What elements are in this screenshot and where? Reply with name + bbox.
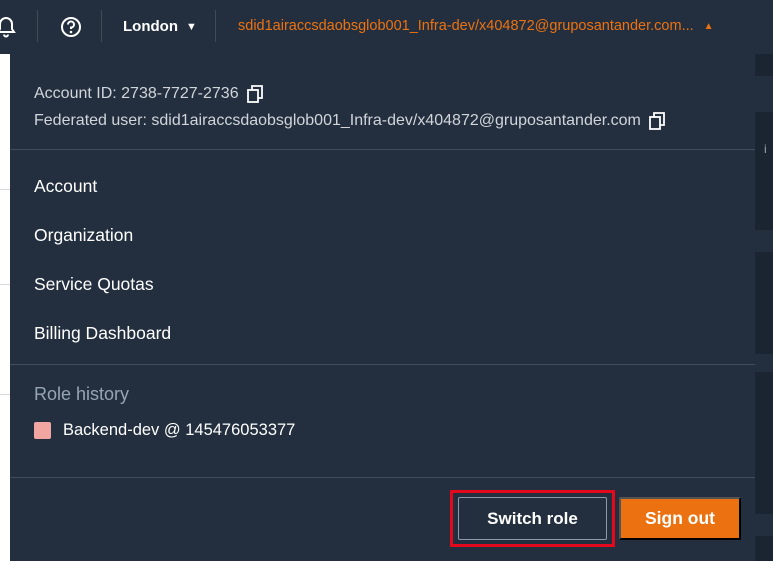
- background-divider: [0, 394, 10, 395]
- help-icon[interactable]: [60, 16, 82, 38]
- background-page-left: [0, 54, 10, 561]
- background-cell: [755, 76, 773, 112]
- divider: [10, 477, 755, 478]
- account-menu-list: Account Organization Service Quotas Bill…: [34, 172, 171, 368]
- caret-down-icon: ▼: [185, 20, 197, 33]
- background-cell: [755, 354, 773, 372]
- role-history-item[interactable]: Backend-dev @ 145476053377: [34, 421, 295, 440]
- copy-icon[interactable]: [246, 84, 263, 103]
- menu-item-billing-dashboard[interactable]: Billing Dashboard: [34, 319, 171, 368]
- role-color-swatch: [34, 422, 51, 439]
- background-text: i: [764, 142, 767, 156]
- background-divider: [0, 189, 10, 190]
- divider: [10, 364, 755, 365]
- sign-out-button[interactable]: Sign out: [619, 497, 741, 540]
- background-page-right: i: [755, 54, 773, 561]
- copy-icon[interactable]: [648, 111, 665, 130]
- top-navigation-bar: London ▼ sdid1airaccsdaobsglob001_Infra-…: [0, 0, 773, 54]
- nav-separator: [215, 10, 216, 42]
- role-history-label: Backend-dev @ 145476053377: [63, 421, 296, 439]
- region-selector[interactable]: London ▼: [123, 18, 197, 35]
- federated-user: Federated user: sdid1airaccsdaobsglob001…: [34, 112, 641, 129]
- menu-item-service-quotas[interactable]: Service Quotas: [34, 270, 171, 319]
- menu-item-organization[interactable]: Organization: [34, 221, 171, 270]
- account-id: Account ID: 2738-7727-2736: [34, 85, 239, 102]
- background-cell: [755, 230, 773, 252]
- account-menu-toggle[interactable]: sdid1airaccsdaobsglob001_Infra-dev/x4048…: [238, 18, 714, 34]
- account-dropdown: Account ID: 2738-7727-2736 Federated use…: [10, 54, 755, 561]
- account-info: Account ID: 2738-7727-2736 Federated use…: [34, 80, 665, 134]
- background-divider: [0, 284, 10, 285]
- divider: [10, 149, 755, 150]
- nav-separator: [37, 10, 38, 42]
- role-history-heading: Role history: [34, 384, 130, 404]
- bell-icon[interactable]: [0, 16, 18, 38]
- federated-user-row: Federated user: sdid1airaccsdaobsglob001…: [34, 107, 665, 134]
- background-cell: [755, 514, 773, 536]
- caret-up-icon: ▲: [703, 20, 714, 32]
- menu-item-account[interactable]: Account: [34, 172, 171, 221]
- switch-role-button[interactable]: Switch role: [458, 497, 607, 540]
- region-label: London: [123, 18, 178, 35]
- account-id-row: Account ID: 2738-7727-2736: [34, 80, 665, 107]
- account-menu-label: sdid1airaccsdaobsglob001_Infra-dev/x4048…: [238, 18, 694, 34]
- nav-separator: [101, 10, 102, 42]
